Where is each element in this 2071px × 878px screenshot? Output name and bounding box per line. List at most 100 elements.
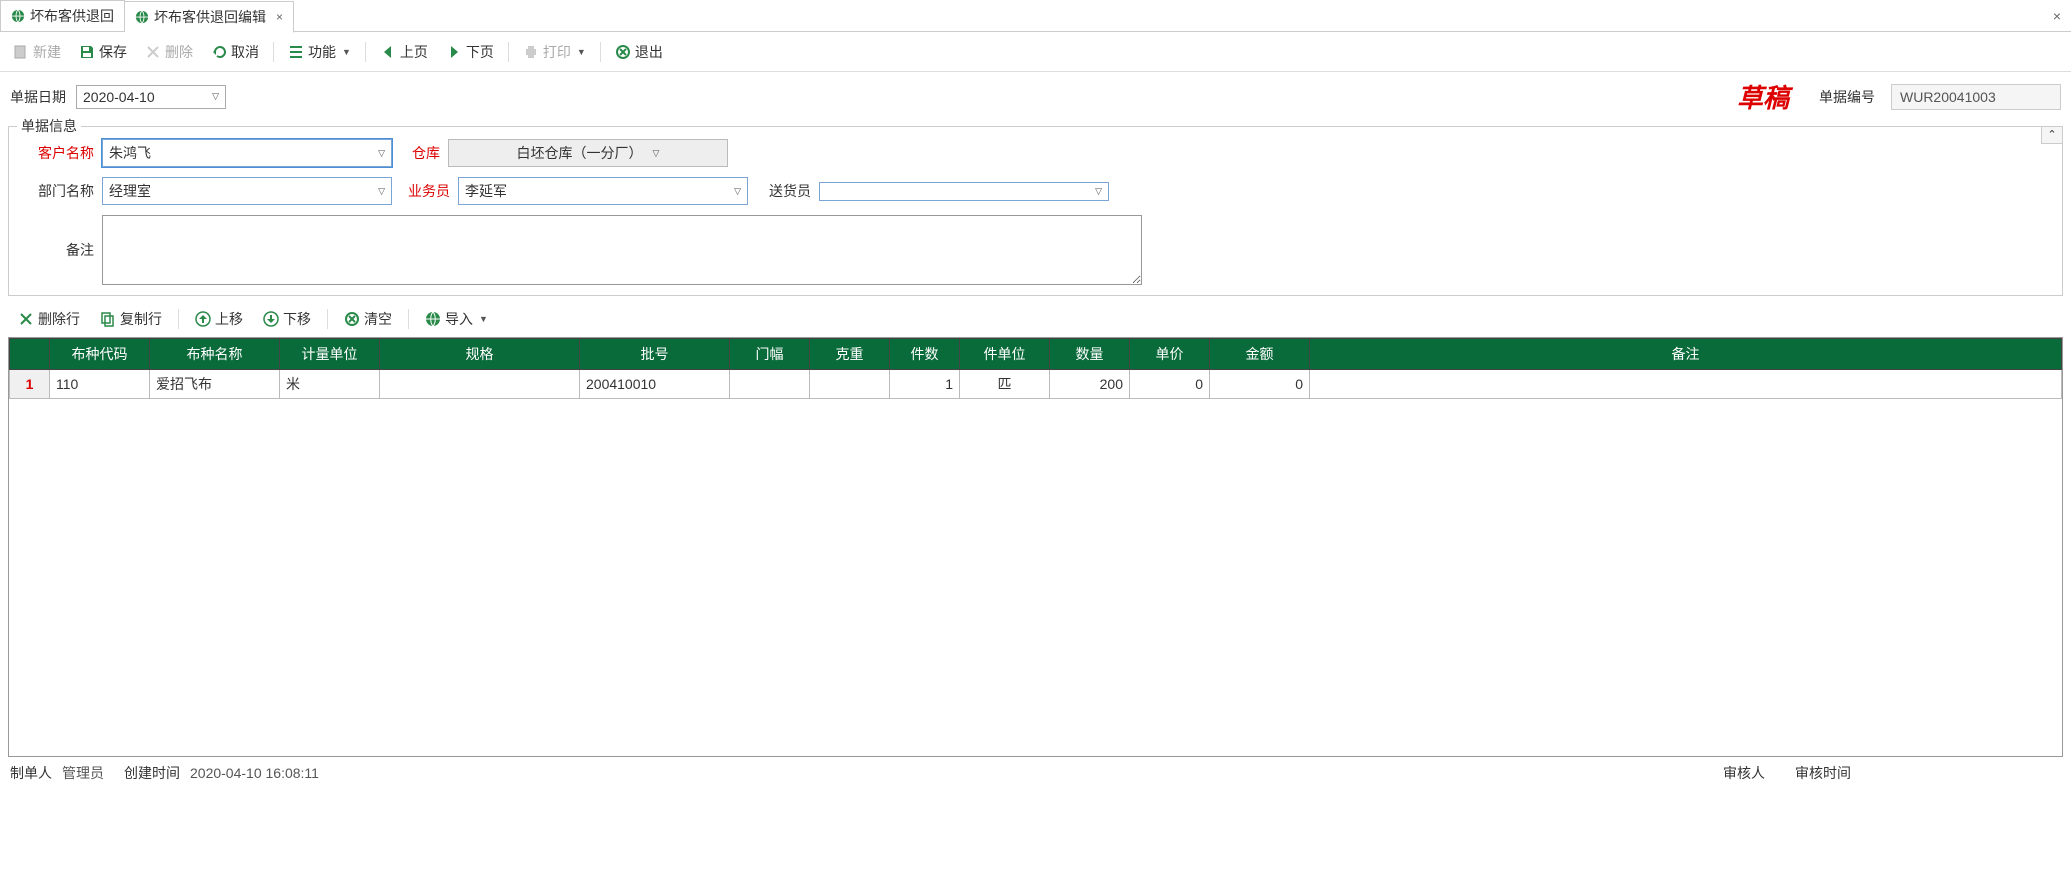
list-icon (288, 44, 304, 60)
col-rownum[interactable] (10, 339, 50, 370)
data-grid[interactable]: 布种代码 布种名称 计量单位 规格 批号 门幅 克重 件数 件单位 数量 单价 … (8, 337, 2063, 757)
cell-batch[interactable]: 200410010 (580, 370, 730, 399)
warehouse-label: 仓库 (400, 143, 440, 163)
globe-icon (135, 10, 149, 24)
undo-icon (211, 44, 227, 60)
delivery-select[interactable]: ▽ (819, 182, 1109, 201)
cell-width[interactable] (730, 370, 810, 399)
new-icon (13, 44, 29, 60)
col-qty[interactable]: 数量 (1050, 339, 1130, 370)
auditor-label: 审核人 (1723, 763, 1765, 783)
status-stamp: 草稿 (1737, 78, 1789, 115)
next-page-button[interactable]: 下页 (438, 38, 502, 66)
remarks-input[interactable] (102, 215, 1142, 285)
clear-button[interactable]: 清空 (336, 305, 400, 333)
cell-price[interactable]: 0 (1130, 370, 1210, 399)
separator (408, 309, 409, 329)
col-gram[interactable]: 克重 (810, 339, 890, 370)
col-batch[interactable]: 批号 (580, 339, 730, 370)
cancel-button[interactable]: 取消 (203, 38, 267, 66)
tab-bar: 坏布客供退回 坏布客供退回编辑 × × (0, 0, 2071, 32)
col-uom[interactable]: 计量单位 (280, 339, 380, 370)
delete-button: 删除 (137, 38, 201, 66)
cell-gram[interactable] (810, 370, 890, 399)
prev-page-button[interactable]: 上页 (372, 38, 436, 66)
cell-code[interactable]: 110 (50, 370, 150, 399)
date-label: 单据日期 (10, 87, 66, 107)
chevron-down-icon: ▽ (1095, 186, 1102, 197)
row-toolbar: 删除行 复制行 上移 下移 清空 导入 ▼ (0, 301, 2071, 337)
collapse-toggle[interactable]: ⌃ (2041, 126, 2063, 144)
col-spec[interactable]: 规格 (380, 339, 580, 370)
separator (365, 42, 366, 62)
delete-row-icon (18, 311, 34, 327)
cell-piece-uom[interactable]: 匹 (960, 370, 1050, 399)
customer-select[interactable]: 朱鸿飞 ▽ (102, 139, 392, 167)
col-width[interactable]: 门幅 (730, 339, 810, 370)
delete-row-button[interactable]: 删除行 (10, 305, 88, 333)
exit-icon (615, 44, 631, 60)
clear-icon (344, 311, 360, 327)
table-row[interactable]: 1 110 爱招飞布 米 200410010 1 匹 200 0 0 (10, 370, 2062, 399)
main-toolbar: 新建 保存 删除 取消 功能 ▼ 上页 下页 打印 ▼ 退出 (0, 32, 2071, 72)
created-label: 创建时间 (124, 763, 180, 783)
header-row: 布种代码 布种名称 计量单位 规格 批号 门幅 克重 件数 件单位 数量 单价 … (10, 339, 2062, 370)
col-price[interactable]: 单价 (1130, 339, 1210, 370)
salesman-select[interactable]: 李延军 ▽ (458, 177, 748, 205)
col-pieces[interactable]: 件数 (890, 339, 960, 370)
close-tab-icon[interactable]: × (276, 10, 283, 24)
created-value: 2020-04-10 16:08:11 (190, 765, 319, 781)
cell-name[interactable]: 爱招飞布 (150, 370, 280, 399)
copy-icon (100, 311, 116, 327)
chevron-down-icon: ▼ (479, 314, 488, 324)
col-remark[interactable]: 备注 (1310, 339, 2062, 370)
close-all-icon[interactable]: × (2053, 8, 2061, 24)
print-icon (523, 44, 539, 60)
save-button[interactable]: 保存 (71, 38, 135, 66)
separator (327, 309, 328, 329)
move-up-button[interactable]: 上移 (187, 305, 251, 333)
chevron-down-icon: ▽ (734, 186, 741, 197)
next-icon (446, 44, 462, 60)
tab-edit-return[interactable]: 坏布客供退回编辑 × (125, 1, 294, 33)
chevron-down-icon: ▽ (653, 148, 660, 159)
panel-legend: 单据信息 (17, 116, 81, 136)
separator (273, 42, 274, 62)
doc-info-panel: 单据信息 ⌃ 客户名称 朱鸿飞 ▽ 仓库 白坯仓库（一分厂） ▽ 部门名称 经理… (8, 126, 2063, 296)
col-piece-uom[interactable]: 件单位 (960, 339, 1050, 370)
globe-icon (425, 311, 441, 327)
separator (508, 42, 509, 62)
cell-remark[interactable] (1310, 370, 2062, 399)
col-name[interactable]: 布种名称 (150, 339, 280, 370)
chevron-down-icon: ▽ (378, 148, 385, 159)
cell-amount[interactable]: 0 (1210, 370, 1310, 399)
col-code[interactable]: 布种代码 (50, 339, 150, 370)
audit-time-label: 审核时间 (1795, 763, 1851, 783)
tab-list-return[interactable]: 坏布客供退回 (0, 0, 125, 32)
dept-label: 部门名称 (19, 181, 94, 201)
exit-button[interactable]: 退出 (607, 38, 671, 66)
col-amount[interactable]: 金额 (1210, 339, 1310, 370)
separator (178, 309, 179, 329)
print-button: 打印 ▼ (515, 38, 594, 66)
customer-label: 客户名称 (19, 143, 94, 163)
cell-uom[interactable]: 米 (280, 370, 380, 399)
date-picker[interactable]: 2020-04-10 ▽ (76, 85, 226, 109)
cell-pieces[interactable]: 1 (890, 370, 960, 399)
chevron-down-icon: ▽ (378, 186, 385, 197)
cell-spec[interactable] (380, 370, 580, 399)
chevron-down-icon: ▼ (342, 47, 351, 57)
prev-icon (380, 44, 396, 60)
move-down-button[interactable]: 下移 (255, 305, 319, 333)
delivery-label: 送货员 (756, 181, 811, 201)
import-button[interactable]: 导入 ▼ (417, 305, 496, 333)
copy-row-button[interactable]: 复制行 (92, 305, 170, 333)
save-icon (79, 44, 95, 60)
dept-select[interactable]: 经理室 ▽ (102, 177, 392, 205)
up-icon (195, 311, 211, 327)
functions-button[interactable]: 功能 ▼ (280, 38, 359, 66)
creator-value: 管理员 (62, 763, 104, 783)
warehouse-select[interactable]: 白坯仓库（一分厂） ▽ (448, 139, 728, 167)
cell-qty[interactable]: 200 (1050, 370, 1130, 399)
cell-rownum[interactable]: 1 (10, 370, 50, 399)
